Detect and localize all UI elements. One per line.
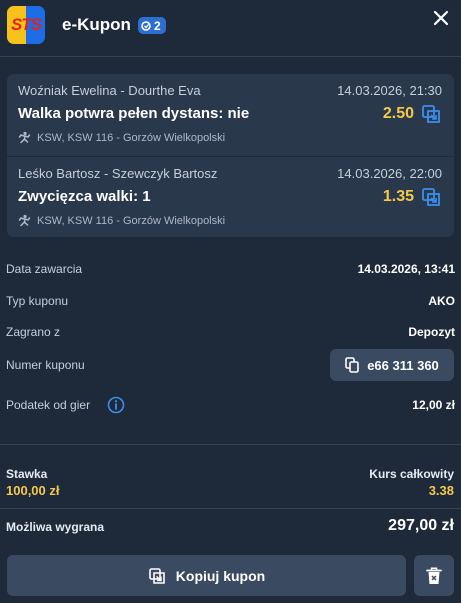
type-label: Typ kuponu <box>6 294 69 308</box>
info-icon[interactable] <box>107 396 125 414</box>
copy-coupon-button[interactable]: Kopiuj kupon <box>7 555 406 596</box>
header: STS e-Kupon 2 <box>0 0 461 56</box>
possible-win-label: Możliwa wygrana <box>6 520 105 534</box>
date-label: Data zawarcia <box>6 262 83 276</box>
coupon-number: e66 311 360 <box>367 357 439 373</box>
bet-teams: Woźniak Ewelina - Dourthe Eva <box>18 83 201 98</box>
odd-change-icon[interactable] <box>420 103 442 125</box>
bet-list: Woźniak Ewelina - Dourthe Eva 14.03.2026… <box>7 74 454 237</box>
bet-date: 14.03.2026, 21:30 <box>337 83 442 98</box>
bet-odd: 1.35 <box>382 188 414 205</box>
bet-item: Leśko Bartosz - Szewczyk Bartosz 14.03.2… <box>7 156 454 237</box>
copy-coupon-label: Kopiuj kupon <box>175 567 266 584</box>
number-label: Numer kuponu <box>6 358 85 372</box>
copy-icon <box>148 567 165 584</box>
divider <box>0 444 461 445</box>
bet-league-label: KSW, KSW 116 - Gorzów Wielkopolski <box>37 214 226 227</box>
detail-row-tax: Podatek od gier 12,00 zł <box>6 396 455 416</box>
trash-icon <box>426 566 442 584</box>
stake-label: Stawka <box>6 467 48 481</box>
stake-value: 100,00 zł <box>6 483 60 498</box>
possible-win-value: 297,00 zł <box>388 517 454 534</box>
bet-pick: Walka potwra pełen dystans: nie <box>18 105 250 122</box>
detail-row-played: Zagrano z Depozyt <box>6 323 455 343</box>
delete-coupon-button[interactable] <box>414 555 454 596</box>
page-title: e-Kupon <box>62 15 131 34</box>
detail-row-date: Data zawarcia 14.03.2026, 13:41 <box>6 260 455 280</box>
bet-pick: Zwycięzca walki: 1 <box>18 188 151 205</box>
bet-league: KSW, KSW 116 - Gorzów Wielkopolski <box>18 214 225 227</box>
divider <box>0 508 461 509</box>
bet-count-badge: 2 <box>138 17 166 34</box>
bet-date: 14.03.2026, 22:00 <box>337 166 442 181</box>
bet-item: Woźniak Ewelina - Dourthe Eva 14.03.2026… <box>7 74 454 155</box>
copy-coupon-number-button[interactable]: e66 311 360 <box>330 349 454 381</box>
tax-value: 12,00 zł <box>412 398 455 412</box>
bet-league: KSW, KSW 116 - Gorzów Wielkopolski <box>18 131 225 144</box>
mma-fighter-icon <box>18 131 31 144</box>
date-value: 14.03.2026, 13:41 <box>357 262 455 276</box>
copy-icon <box>345 357 360 373</box>
bet-teams: Leśko Bartosz - Szewczyk Bartosz <box>18 166 218 181</box>
total-rate-value: 3.38 <box>428 483 454 498</box>
total-rate-label: Kurs całkowity <box>369 467 454 481</box>
played-label: Zagrano z <box>6 325 61 339</box>
close-icon[interactable] <box>430 7 452 29</box>
ticket-icon <box>141 20 151 31</box>
detail-row-type: Typ kuponu AKO <box>6 292 455 312</box>
odd-change-icon[interactable] <box>420 186 442 208</box>
mma-fighter-icon <box>18 214 31 227</box>
sts-logo: STS <box>7 6 45 44</box>
tax-label: Podatek od gier <box>6 398 91 412</box>
bet-league-label: KSW, KSW 116 - Gorzów Wielkopolski <box>37 131 226 144</box>
played-value: Depozyt <box>408 325 455 339</box>
bet-odd: 2.50 <box>382 105 414 122</box>
bet-count: 2 <box>154 18 161 33</box>
divider <box>0 56 461 57</box>
type-value: AKO <box>428 294 455 308</box>
